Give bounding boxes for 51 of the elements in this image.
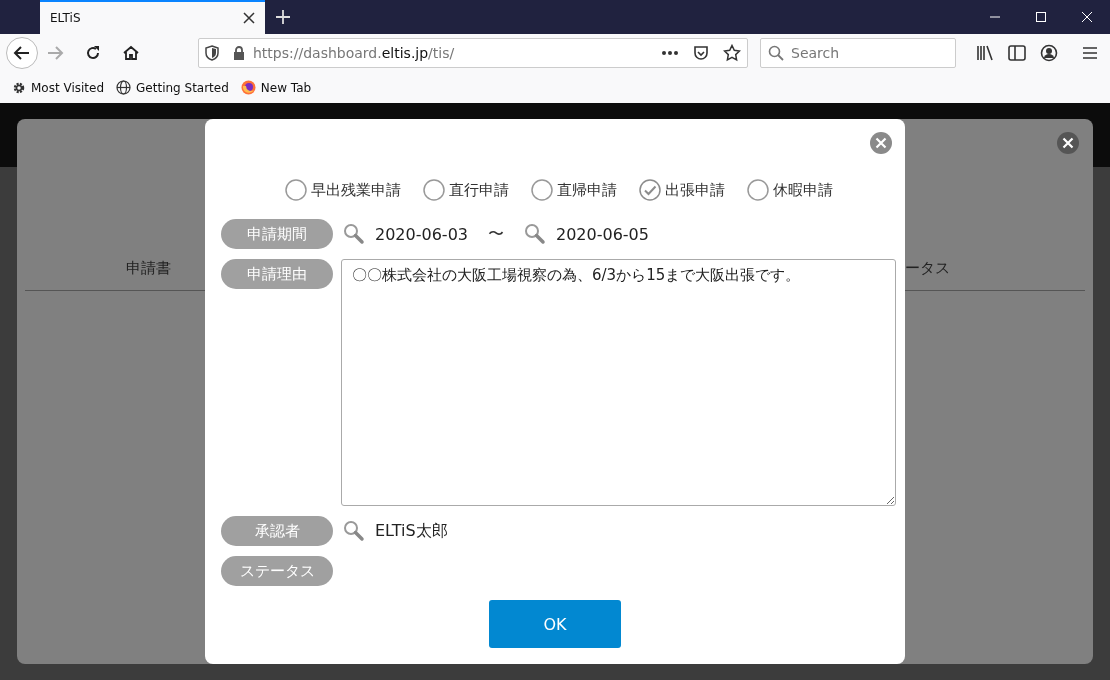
search-icon[interactable] <box>343 223 365 245</box>
radio-icon[interactable] <box>285 179 307 201</box>
radio-icon[interactable] <box>531 179 553 201</box>
back-icon[interactable] <box>13 44 31 62</box>
close-icon[interactable] <box>1057 132 1079 154</box>
reload-icon[interactable] <box>84 44 102 62</box>
column-header: ータス <box>905 259 950 278</box>
date-value: 2020-06-03 <box>375 224 468 244</box>
radio-label[interactable]: 直帰申請 <box>557 180 617 200</box>
field-label: ステータス <box>221 556 333 586</box>
reason-field[interactable]: 〇〇株式会社の大阪工場視察の為、6/3から15まで大阪出張です。 <box>341 259 896 506</box>
column-header: 申請書 <box>126 259 171 278</box>
radio-label[interactable]: 直行申請 <box>449 180 509 200</box>
radio-label[interactable]: 休暇申請 <box>773 180 833 200</box>
lock-icon <box>233 46 245 60</box>
search-icon[interactable] <box>524 223 546 245</box>
field-label: 承認者 <box>221 516 333 546</box>
radio-icon[interactable] <box>423 179 445 201</box>
search-field[interactable]: Search <box>760 38 956 68</box>
field-label: 申請理由 <box>221 259 333 289</box>
bookmark-link[interactable]: New Tab <box>260 80 312 95</box>
new-tab-icon[interactable] <box>275 9 291 25</box>
radio-label[interactable]: 出張申請 <box>665 180 725 200</box>
sidebar-icon[interactable] <box>1008 45 1026 61</box>
date-value: 2020-06-05 <box>556 224 649 244</box>
gear-icon <box>12 80 26 95</box>
bookmark-link[interactable]: Getting Started <box>136 80 229 95</box>
ok-button[interactable]: OK <box>489 600 621 648</box>
shield-icon[interactable] <box>205 45 219 61</box>
url-text: https://dashboard.eltis.jp/tis/ <box>253 45 455 61</box>
radio-checked-icon[interactable] <box>639 179 661 201</box>
star-icon[interactable] <box>723 44 741 62</box>
home-icon[interactable] <box>122 44 140 62</box>
menu-icon[interactable] <box>1082 46 1098 60</box>
account-icon[interactable] <box>1040 44 1058 62</box>
firefox-icon <box>240 80 256 95</box>
search-icon[interactable] <box>343 520 365 542</box>
close-icon[interactable] <box>243 12 255 24</box>
address-bar[interactable]: https://dashboard.eltis.jp/tis/ <box>198 38 748 68</box>
bookmark-link[interactable]: Most Visited <box>31 80 105 95</box>
field-label: 申請期間 <box>221 219 333 249</box>
browser-tab[interactable]: ELTiS <box>40 0 265 34</box>
pocket-icon[interactable] <box>693 45 709 61</box>
range-separator: 〜 <box>488 223 504 245</box>
approver-value: ELTiS太郎 <box>375 520 448 542</box>
more-icon[interactable] <box>661 50 679 56</box>
radio-icon[interactable] <box>747 179 769 201</box>
back-button[interactable] <box>6 37 38 69</box>
radio-label[interactable]: 早出残業申請 <box>311 180 401 200</box>
globe-icon <box>116 80 132 95</box>
library-icon[interactable] <box>976 45 994 61</box>
